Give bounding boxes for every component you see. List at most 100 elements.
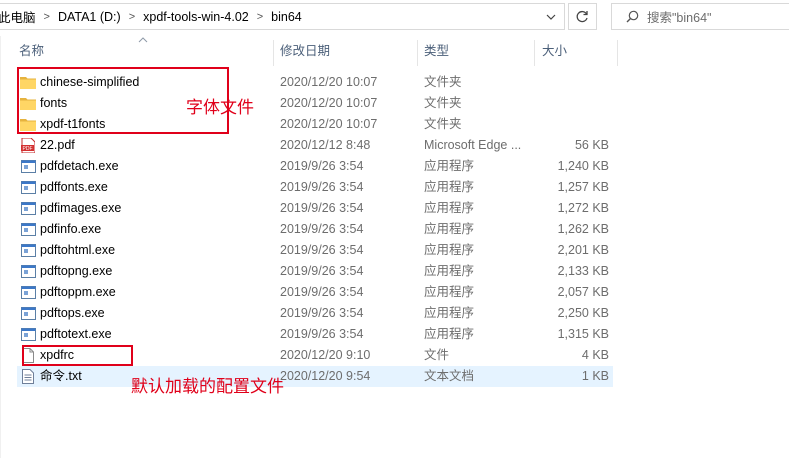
- file-date: 2020/12/20 10:07: [280, 75, 378, 89]
- file-type: Microsoft Edge ...: [424, 138, 522, 152]
- file-type: 应用程序: [424, 180, 475, 194]
- file-row[interactable]: pdftotext.exe 2019/9/26 3:54 应用程序 1,315 …: [17, 324, 613, 345]
- exe-icon: [20, 285, 36, 300]
- file-type: 文件夹: [424, 75, 462, 89]
- file-date: 2020/12/12 8:48: [280, 138, 371, 152]
- column-divider[interactable]: [534, 40, 535, 66]
- file-name: pdftops.exe: [40, 306, 105, 320]
- file-size: 1,262 KB: [557, 222, 609, 236]
- file-type: 应用程序: [424, 306, 475, 320]
- file-type: 应用程序: [424, 264, 475, 278]
- file-size: 56 KB: [574, 138, 609, 152]
- file-type: 文本文档: [424, 369, 475, 383]
- search-input[interactable]: 搜索"bin64": [647, 7, 711, 26]
- file-type: 应用程序: [424, 222, 475, 236]
- column-divider[interactable]: [273, 40, 274, 66]
- file-row[interactable]: pdffonts.exe 2019/9/26 3:54 应用程序 1,257 K…: [17, 177, 613, 198]
- file-size: 2,250 KB: [557, 306, 609, 320]
- file-row[interactable]: pdfdetach.exe 2019/9/26 3:54 应用程序 1,240 …: [17, 156, 613, 177]
- file-name: pdffonts.exe: [40, 180, 108, 194]
- file-date: 2019/9/26 3:54: [280, 180, 364, 194]
- file-date: 2020/12/20 10:07: [280, 96, 378, 110]
- breadcrumb-drive[interactable]: DATA1 (D:): [56, 10, 123, 24]
- exe-icon: [20, 180, 36, 195]
- file-name: pdftotext.exe: [40, 327, 112, 341]
- file-date: 2020/12/20 10:07: [280, 117, 378, 131]
- breadcrumb-current[interactable]: bin64: [269, 10, 304, 24]
- column-header-name[interactable]: 名称: [15, 36, 273, 66]
- exe-icon: [20, 201, 36, 216]
- file-date: 2019/9/26 3:54: [280, 264, 364, 278]
- file-name: 22.pdf: [40, 138, 75, 152]
- divider: [0, 36, 1, 458]
- file-row[interactable]: PDF 22.pdf 2020/12/12 8:48 Microsoft Edg…: [17, 135, 613, 156]
- file-row[interactable]: pdftopng.exe 2019/9/26 3:54 应用程序 2,133 K…: [17, 261, 613, 282]
- column-header-size[interactable]: 大小: [538, 36, 618, 66]
- exe-icon: [20, 243, 36, 258]
- file-size: 2,133 KB: [557, 264, 609, 278]
- file-date: 2019/9/26 3:54: [280, 243, 364, 257]
- file-name: pdfdetach.exe: [40, 159, 119, 173]
- file-date: 2019/9/26 3:54: [280, 285, 364, 299]
- file-type: 应用程序: [424, 327, 475, 341]
- file-size: 1,315 KB: [557, 327, 609, 341]
- file-size: [537, 72, 609, 93]
- file-size: 1,240 KB: [557, 159, 609, 173]
- breadcrumb-this-pc[interactable]: 此电脑: [0, 7, 38, 26]
- file-row[interactable]: pdftoppm.exe 2019/9/26 3:54 应用程序 2,057 K…: [17, 282, 613, 303]
- file-type: 文件: [424, 348, 450, 362]
- file-type: 应用程序: [424, 159, 475, 173]
- file-size: 2,057 KB: [557, 285, 609, 299]
- file-row[interactable]: pdftops.exe 2019/9/26 3:54 应用程序 2,250 KB: [17, 303, 613, 324]
- file-size: 1,272 KB: [557, 201, 609, 215]
- refresh-icon: [576, 10, 588, 23]
- file-name: pdfimages.exe: [40, 201, 122, 215]
- column-divider[interactable]: [617, 40, 618, 66]
- file-date: 2019/9/26 3:54: [280, 222, 364, 236]
- file-type: 文件夹: [424, 96, 462, 110]
- annotation-label-config: 默认加载的配置文件: [131, 377, 284, 397]
- txt-icon: [20, 369, 36, 384]
- file-type: 应用程序: [424, 243, 475, 257]
- file-row[interactable]: pdfinfo.exe 2019/9/26 3:54 应用程序 1,262 KB: [17, 219, 613, 240]
- file-name: pdfinfo.exe: [40, 222, 102, 236]
- file-row[interactable]: pdftohtml.exe 2019/9/26 3:54 应用程序 2,201 …: [17, 240, 613, 261]
- svg-text:PDF: PDF: [23, 146, 33, 152]
- address-bar[interactable]: 此电脑 > DATA1 (D:) > xpdf-tools-win-4.02 >…: [0, 3, 565, 30]
- file-type: 应用程序: [424, 201, 475, 215]
- file-size: 4 KB: [581, 348, 609, 362]
- file-name: 命令.txt: [40, 369, 82, 383]
- file-row[interactable]: pdfimages.exe 2019/9/26 3:54 应用程序 1,272 …: [17, 198, 613, 219]
- file-size: 2,201 KB: [557, 243, 609, 257]
- file-size: [537, 114, 609, 135]
- exe-icon: [20, 222, 36, 237]
- file-type: 文件夹: [424, 117, 462, 131]
- file-name: pdftoppm.exe: [40, 285, 116, 299]
- exe-icon: [20, 264, 36, 279]
- refresh-button[interactable]: [568, 3, 597, 30]
- chevron-down-icon: [546, 14, 556, 20]
- pdf-icon: PDF: [20, 138, 36, 153]
- file-type: 应用程序: [424, 285, 475, 299]
- file-name: pdftohtml.exe: [40, 243, 116, 257]
- chevron-right-icon[interactable]: >: [38, 11, 56, 23]
- chevron-right-icon[interactable]: >: [123, 11, 141, 23]
- file-date: 2020/12/20 9:54: [280, 369, 371, 383]
- column-header-date[interactable]: 修改日期: [276, 36, 416, 66]
- column-headers: 名称 修改日期 类型 大小: [0, 36, 789, 66]
- chevron-right-icon[interactable]: >: [251, 11, 269, 23]
- column-header-type[interactable]: 类型: [420, 36, 533, 66]
- file-date: 2019/9/26 3:54: [280, 159, 364, 173]
- file-name: pdftopng.exe: [40, 264, 113, 278]
- file-size: 1 KB: [581, 369, 609, 383]
- file-row-selected[interactable]: 命令.txt 2020/12/20 9:54 文本文档 1 KB: [17, 366, 613, 387]
- column-divider[interactable]: [417, 40, 418, 66]
- exe-icon: [20, 327, 36, 342]
- file-date: 2020/12/20 9:10: [280, 348, 371, 362]
- breadcrumb-folder[interactable]: xpdf-tools-win-4.02: [141, 10, 251, 24]
- search-icon: [626, 10, 639, 23]
- file-date: 2019/9/26 3:54: [280, 201, 364, 215]
- search-box[interactable]: 搜索"bin64": [611, 3, 789, 30]
- address-history-button[interactable]: [540, 4, 562, 29]
- file-date: 2019/9/26 3:54: [280, 306, 364, 320]
